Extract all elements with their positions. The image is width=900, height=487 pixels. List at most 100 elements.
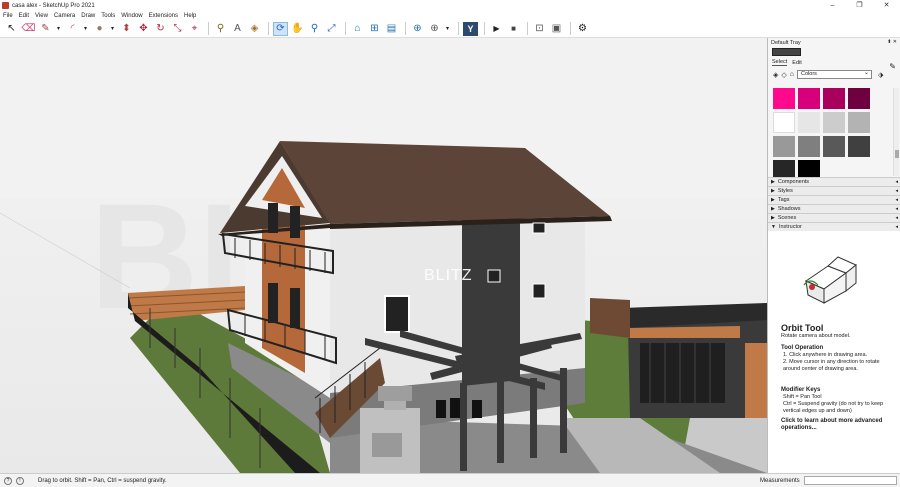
maximize-button[interactable]: ❐ bbox=[846, 0, 873, 11]
chevron-down-icon[interactable]: ▾ bbox=[55, 22, 62, 36]
color-swatch[interactable] bbox=[773, 88, 795, 109]
warehouse-icon[interactable]: ⌂ bbox=[350, 22, 365, 36]
scene-icon[interactable]: ⊡ bbox=[532, 22, 547, 36]
panel-scenes[interactable]: ▶ Scenes ◂ bbox=[768, 213, 900, 222]
push-pull-icon[interactable]: ⬍ bbox=[119, 22, 134, 36]
scrollbar-thumb[interactable] bbox=[895, 150, 899, 158]
palette-scrollbar[interactable] bbox=[893, 88, 899, 176]
menu-camera[interactable]: Camera bbox=[54, 13, 75, 19]
tray-pin-close-icon[interactable]: ⬍ ✕ bbox=[887, 39, 897, 45]
forward-icon[interactable]: ◇ bbox=[781, 71, 786, 79]
color-swatch[interactable] bbox=[773, 112, 795, 133]
create-material-icon[interactable]: ✎ bbox=[889, 62, 896, 71]
menu-draw[interactable]: Draw bbox=[81, 13, 95, 19]
offset-icon[interactable]: ⌖ bbox=[187, 22, 202, 36]
learn-more-link[interactable]: Click to learn about more advanced opera… bbox=[781, 418, 896, 432]
panel-menu-icon[interactable]: ◂ bbox=[895, 178, 898, 186]
eraser-icon[interactable]: ⌫ bbox=[21, 22, 36, 36]
shape-icon[interactable]: ● bbox=[92, 22, 107, 36]
color-swatch[interactable] bbox=[798, 112, 820, 133]
materials-library-select[interactable]: Colors bbox=[797, 70, 873, 79]
panel-styles[interactable]: ▶ Styles ◂ bbox=[768, 186, 900, 195]
toolbar-separator bbox=[527, 22, 528, 35]
window-controls: – ❐ ✕ bbox=[819, 0, 900, 11]
panel-menu-icon[interactable]: ◂ bbox=[895, 196, 898, 204]
scene-update-icon[interactable]: ▣ bbox=[549, 22, 564, 36]
tray-title: Default Tray bbox=[771, 39, 801, 46]
materials-nav: ◈ ◇ ⌂ Colors ⬗ bbox=[773, 70, 900, 79]
color-swatch[interactable] bbox=[823, 88, 845, 109]
tray-header: Default Tray ⬍ ✕ bbox=[768, 38, 900, 47]
panel-menu-icon[interactable]: ◂ bbox=[895, 205, 898, 213]
settings-icon[interactable]: ⚙ bbox=[575, 22, 590, 36]
zoom-icon[interactable]: ⚲ bbox=[307, 22, 322, 36]
move-icon[interactable]: ✥ bbox=[136, 22, 151, 36]
color-swatch[interactable] bbox=[773, 136, 795, 157]
orbit-illustration-icon bbox=[803, 256, 857, 304]
status-bar: ? ! Drag to orbit. Shift = Pan, Ctrl = s… bbox=[0, 473, 900, 487]
arc-icon[interactable]: ◜ bbox=[65, 22, 80, 36]
menu-help[interactable]: Help bbox=[184, 13, 196, 19]
title-bar: casa alex - SketchUp Pro 2021 – ❐ ✕ bbox=[0, 0, 900, 11]
close-button[interactable]: ✕ bbox=[873, 0, 900, 11]
toolbar-separator bbox=[458, 22, 459, 35]
color-swatch[interactable] bbox=[848, 112, 870, 133]
color-swatch[interactable] bbox=[848, 88, 870, 109]
pencil-line-icon[interactable]: ✎ bbox=[38, 22, 53, 36]
stop-icon[interactable]: ■ bbox=[506, 22, 521, 36]
back-icon[interactable]: ◈ bbox=[773, 71, 778, 79]
tab-select[interactable]: Select bbox=[772, 59, 788, 66]
tape-measure-icon[interactable]: ⚲ bbox=[213, 22, 228, 36]
menu-tools[interactable]: Tools bbox=[101, 13, 115, 19]
color-swatch[interactable] bbox=[798, 136, 820, 157]
paint-bucket-icon[interactable]: ◈ bbox=[247, 22, 262, 36]
toolbar-separator bbox=[268, 22, 269, 35]
orbit-icon[interactable]: ⟳ bbox=[273, 21, 288, 36]
panel-menu-icon[interactable]: ◂ bbox=[895, 214, 898, 222]
chevron-down-icon[interactable]: ▾ bbox=[109, 22, 116, 36]
toolbar-separator bbox=[345, 22, 346, 35]
panel-instructor[interactable]: ▼ Instructor ◂ bbox=[768, 222, 900, 231]
instructor-icon[interactable]: Y bbox=[463, 21, 478, 36]
scale-icon[interactable]: ⤡ bbox=[170, 22, 185, 36]
modifier-keys-heading: Modifier Keys bbox=[781, 387, 821, 393]
color-swatch[interactable] bbox=[823, 112, 845, 133]
tab-edit[interactable]: Edit bbox=[792, 60, 801, 66]
drawing-area[interactable]: BLITZ bbox=[0, 38, 767, 473]
pan-icon[interactable]: ✋ bbox=[290, 22, 305, 36]
panel-menu-icon[interactable]: ◂ bbox=[895, 187, 898, 195]
menu-file[interactable]: File bbox=[3, 13, 13, 19]
location-icon[interactable]: ⊕ bbox=[427, 22, 442, 36]
sample-paint-icon[interactable]: ⬗ bbox=[878, 71, 883, 79]
color-swatch[interactable] bbox=[823, 136, 845, 157]
info-icon[interactable]: ! bbox=[16, 476, 24, 485]
play-icon[interactable]: ▶ bbox=[489, 22, 504, 36]
extension-warehouse-icon[interactable]: ⊞ bbox=[367, 22, 382, 36]
menu-edit[interactable]: Edit bbox=[19, 13, 29, 19]
select-icon[interactable]: ↖ bbox=[4, 22, 19, 36]
panel-components[interactable]: ▶ Components ◂ bbox=[768, 177, 900, 186]
panel-tags[interactable]: ▶ Tags ◂ bbox=[768, 195, 900, 204]
panel-shadows[interactable]: ▶ Shadows ◂ bbox=[768, 204, 900, 213]
zoom-extents-icon[interactable]: ⤢ bbox=[324, 22, 339, 36]
sketchup-window: casa alex - SketchUp Pro 2021 – ❐ ✕ File… bbox=[0, 0, 900, 487]
window-title: casa alex - SketchUp Pro 2021 bbox=[12, 2, 95, 9]
instructor-content: Orbit Tool Rotate camera about model. To… bbox=[768, 231, 900, 473]
help-icon[interactable]: ? bbox=[4, 476, 12, 485]
menu-window[interactable]: Window bbox=[121, 13, 142, 19]
add-location-icon[interactable]: ⊕ bbox=[410, 22, 425, 36]
text-icon[interactable]: A bbox=[230, 22, 245, 36]
panel-menu-icon[interactable]: ◂ bbox=[895, 223, 898, 231]
home-icon[interactable]: ⌂ bbox=[790, 71, 794, 78]
measurements-input[interactable] bbox=[804, 476, 897, 485]
menu-view[interactable]: View bbox=[35, 13, 48, 19]
rotate-icon[interactable]: ↻ bbox=[153, 22, 168, 36]
chevron-down-icon[interactable]: ▾ bbox=[444, 22, 451, 36]
layout-icon[interactable]: ▤ bbox=[384, 22, 399, 36]
menu-extensions[interactable]: Extensions bbox=[149, 13, 178, 19]
minimize-button[interactable]: – bbox=[819, 0, 846, 11]
color-swatch[interactable] bbox=[798, 88, 820, 109]
color-swatch[interactable] bbox=[848, 136, 870, 157]
chevron-down-icon[interactable]: ▾ bbox=[82, 22, 89, 36]
expand-arrow-icon: ▶ bbox=[771, 215, 775, 221]
